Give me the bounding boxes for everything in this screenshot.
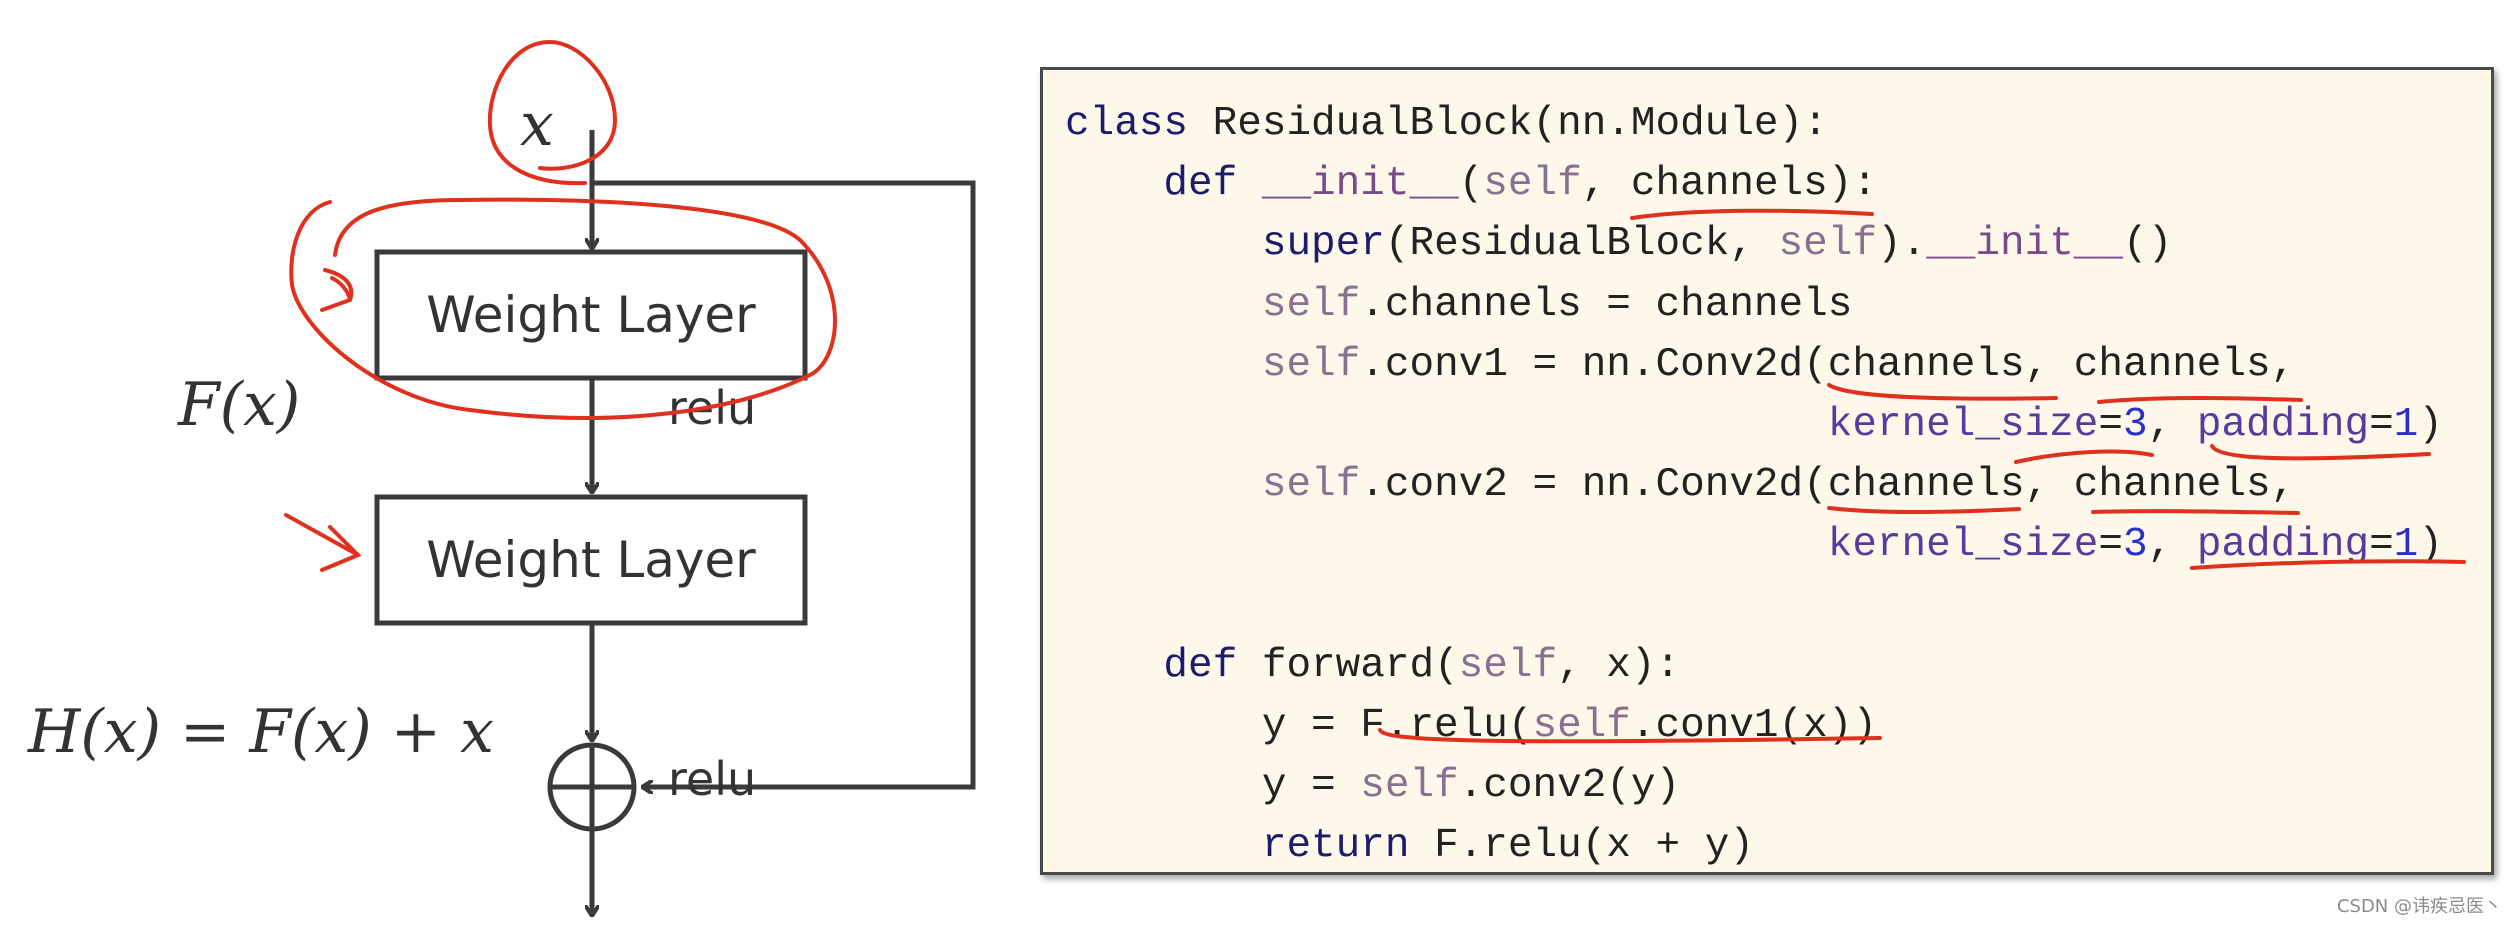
residual-block-diagram: x Weight Layer Weight Layer F(x) relu H(… [27, 90, 976, 926]
code-line: return F.relu(x + y) [1065, 816, 2443, 876]
code-token: = [2369, 401, 2394, 448]
code-token: padding [2196, 401, 2370, 448]
code-line: kernel_size=3, padding=1) [1065, 515, 2443, 575]
code-token: self [1261, 281, 1361, 328]
code-token: self [1532, 702, 1631, 749]
code-token: self [1261, 341, 1361, 388]
code-token: ) [2418, 522, 2443, 569]
code-token: return [1261, 823, 1410, 870]
code-token: __init__ [1261, 161, 1459, 208]
code-token: .conv1 = nn.Conv2d(channels, channels, [1360, 341, 2296, 388]
code-panel: class ResidualBlock(nn.Module): def __in… [1040, 67, 2494, 875]
code-token: .conv2 = nn.Conv2d(channels, channels, [1360, 462, 2296, 509]
code-token: 3 [2123, 401, 2148, 448]
code-line: def forward(self, x): [1065, 636, 2443, 696]
code-line: y = self.conv2(y) [1065, 756, 2443, 816]
code-token: ( [1458, 161, 1484, 208]
code-token: (ResidualBlock, [1384, 221, 1779, 268]
code-token: super [1261, 221, 1385, 268]
code-token: y = F.relu( [1065, 702, 1533, 749]
code-token: self [1360, 763, 1459, 810]
code-line: self.channels = channels [1065, 275, 2443, 335]
code-token: self [1261, 462, 1361, 509]
code-line: self.conv1 = nn.Conv2d(channels, channel… [1065, 335, 2443, 395]
weight-layer-1-label: Weight Layer [426, 286, 756, 344]
code-token: , [2147, 522, 2197, 569]
code-line: y = F.relu(self.conv1(x)) [1065, 696, 2443, 756]
sum-equation: H(x) = F(x) + x [27, 697, 494, 767]
code-token: = [2098, 401, 2123, 448]
relu-label-2: relu [668, 752, 756, 806]
weight-layer-2-label: Weight Layer [426, 531, 756, 589]
code-token: y = [1065, 763, 1361, 810]
code-token: .conv1(x)) [1630, 702, 1877, 749]
code-token: ). [1876, 221, 1927, 268]
code-token: .conv2(y) [1458, 763, 1681, 810]
code-token: def [1163, 161, 1238, 208]
code-token: self [1778, 221, 1877, 268]
code-line: self.conv2 = nn.Conv2d(channels, channel… [1065, 455, 2443, 515]
code-token: , [2147, 401, 2197, 448]
code-line: class ResidualBlock(nn.Module): [1065, 94, 2443, 154]
input-label: x [520, 90, 554, 160]
code-line: super(ResidualBlock, self).__init__() [1065, 214, 2443, 274]
code-token: 1 [2393, 401, 2419, 448]
watermark: CSDN @讳疾忌医丶 [2336, 896, 2502, 917]
fx-label: F(x) [177, 370, 300, 440]
code-token: = [2369, 522, 2394, 569]
code-token: .channels = channels [1360, 281, 1853, 328]
code-token: self [1483, 161, 1582, 208]
code-token: ) [2418, 401, 2443, 448]
code-token: self [1458, 642, 1558, 689]
code-token: 1 [2393, 522, 2419, 569]
code-token: forward( [1237, 642, 1459, 689]
code-token: kernel_size [1827, 522, 2099, 569]
code-token: __init__ [1926, 221, 2124, 268]
code-token: def [1163, 642, 1238, 689]
code-token: () [2123, 221, 2173, 268]
code-token: = [2098, 522, 2123, 569]
code-token: kernel_size [1827, 401, 2099, 448]
code-token: F.relu(x + y) [1409, 823, 1754, 870]
code-token: , channels): [1581, 161, 1877, 208]
code-token: 3 [2123, 522, 2148, 569]
code-line: def __init__(self, channels): [1065, 154, 2443, 214]
code-token: class [1065, 101, 1189, 147]
code-token: padding [2196, 522, 2370, 569]
code-block: class ResidualBlock(nn.Module): def __in… [1065, 94, 2443, 876]
code-token: ResidualBlock(nn.Module): [1188, 101, 1828, 147]
relu-label-1: relu [668, 381, 756, 435]
code-token: , x): [1557, 642, 1681, 689]
code-line: kernel_size=3, padding=1) [1065, 395, 2443, 455]
